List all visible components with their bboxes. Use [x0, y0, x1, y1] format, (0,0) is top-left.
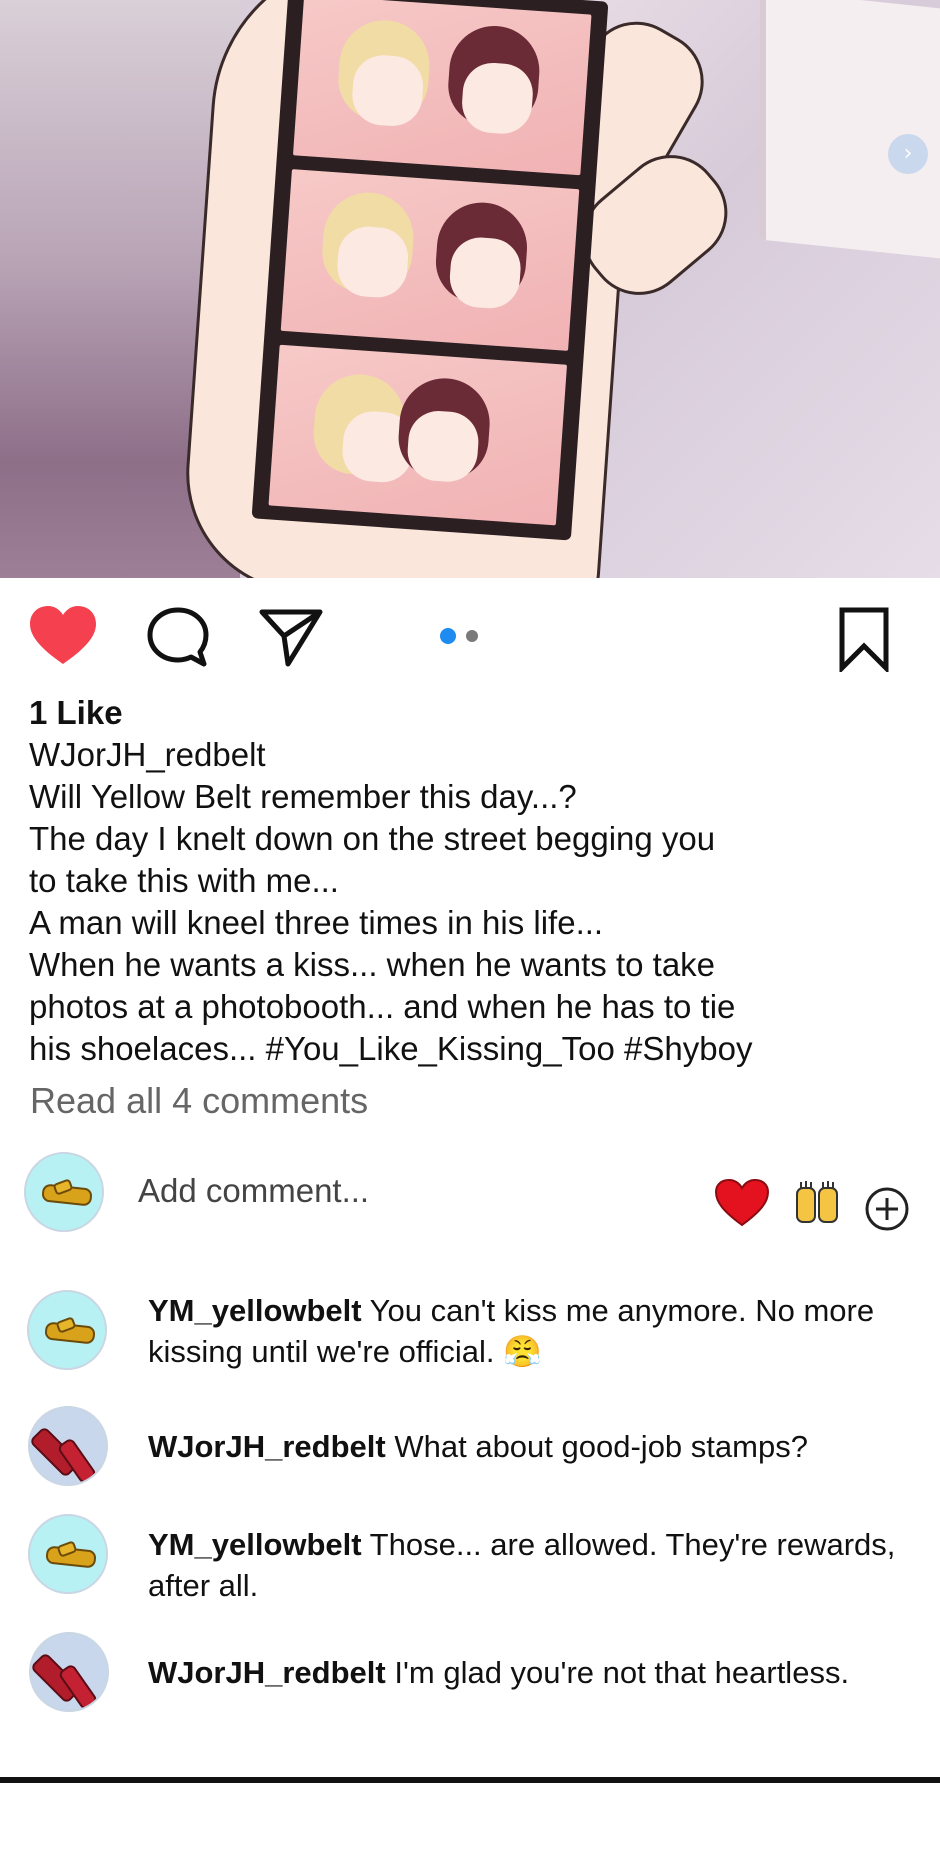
carousel-dot — [466, 630, 478, 642]
commenter-avatar[interactable] — [28, 1514, 108, 1594]
bookmark-icon[interactable] — [838, 606, 890, 672]
caption-line: to take this with me... — [29, 862, 339, 899]
comment-username[interactable]: YM_yellowbelt — [148, 1293, 362, 1328]
comment-text: What about good-job stamps? — [394, 1429, 808, 1464]
likes-count[interactable]: 1 Like — [29, 692, 909, 734]
carousel-next-icon[interactable]: › — [888, 134, 928, 174]
comment-body: WJorJH_redbelt I'm glad you're not that … — [148, 1652, 918, 1693]
read-all-comments-link[interactable]: Read all 4 comments — [30, 1080, 368, 1122]
commenter-avatar[interactable] — [27, 1290, 107, 1370]
share-paper-plane-icon[interactable] — [258, 606, 324, 668]
commenter-avatar[interactable] — [29, 1632, 109, 1712]
like-heart-icon[interactable] — [28, 604, 98, 668]
character-face — [460, 60, 535, 136]
comment-body: YM_yellowbelt Those... are allowed. They… — [148, 1524, 918, 1606]
carousel-indicator — [440, 628, 478, 644]
raised-hands-emoji-icon[interactable] — [794, 1180, 840, 1226]
comment-username[interactable]: YM_yellowbelt — [148, 1527, 362, 1562]
comment-bubble-icon[interactable] — [146, 606, 210, 668]
image-background-poster — [760, 0, 940, 261]
photo-frame — [292, 0, 592, 176]
caption-line: Will Yellow Belt remember this day...? — [29, 778, 577, 815]
photo-strip — [251, 0, 609, 541]
carousel-dot-active — [440, 628, 456, 644]
caption-line: A man will kneel three times in his life… — [29, 904, 604, 941]
comment-body: YM_yellowbelt You can't kiss me anymore.… — [148, 1290, 918, 1372]
character-face — [335, 224, 411, 300]
add-reaction-plus-icon[interactable] — [864, 1186, 910, 1232]
comment-username[interactable]: WJorJH_redbelt — [148, 1429, 386, 1464]
caption-line: When he wants a kiss... when he wants to… — [29, 946, 716, 983]
character-face — [447, 235, 523, 311]
heart-emoji-icon[interactable] — [714, 1178, 770, 1228]
bottom-divider — [0, 1777, 940, 1783]
caption-line: The day I knelt down on the street beggi… — [29, 820, 716, 857]
post-image[interactable]: › — [0, 0, 940, 578]
character-face — [405, 408, 481, 484]
post-owner-username[interactable]: WJorJH_redbelt — [29, 734, 909, 776]
comment-username[interactable]: WJorJH_redbelt — [148, 1655, 386, 1690]
current-user-avatar — [24, 1152, 104, 1232]
add-comment-row — [0, 1150, 940, 1240]
comment-body: WJorJH_redbelt What about good-job stamp… — [148, 1426, 918, 1467]
caption-line: photos at a photobooth... and when he ha… — [29, 988, 736, 1025]
caption-line: his shoelaces... #You_Like_Kissing_Too #… — [29, 1030, 753, 1067]
character-face — [350, 53, 426, 128]
post-caption: 1 Like WJorJH_redbelt Will Yellow Belt r… — [29, 692, 909, 1070]
commenter-avatar[interactable] — [28, 1406, 108, 1486]
photo-frame — [280, 169, 580, 351]
comment-text: I'm glad you're not that heartless. — [394, 1655, 850, 1690]
add-comment-input[interactable] — [138, 1166, 658, 1216]
photo-frame — [268, 344, 568, 526]
